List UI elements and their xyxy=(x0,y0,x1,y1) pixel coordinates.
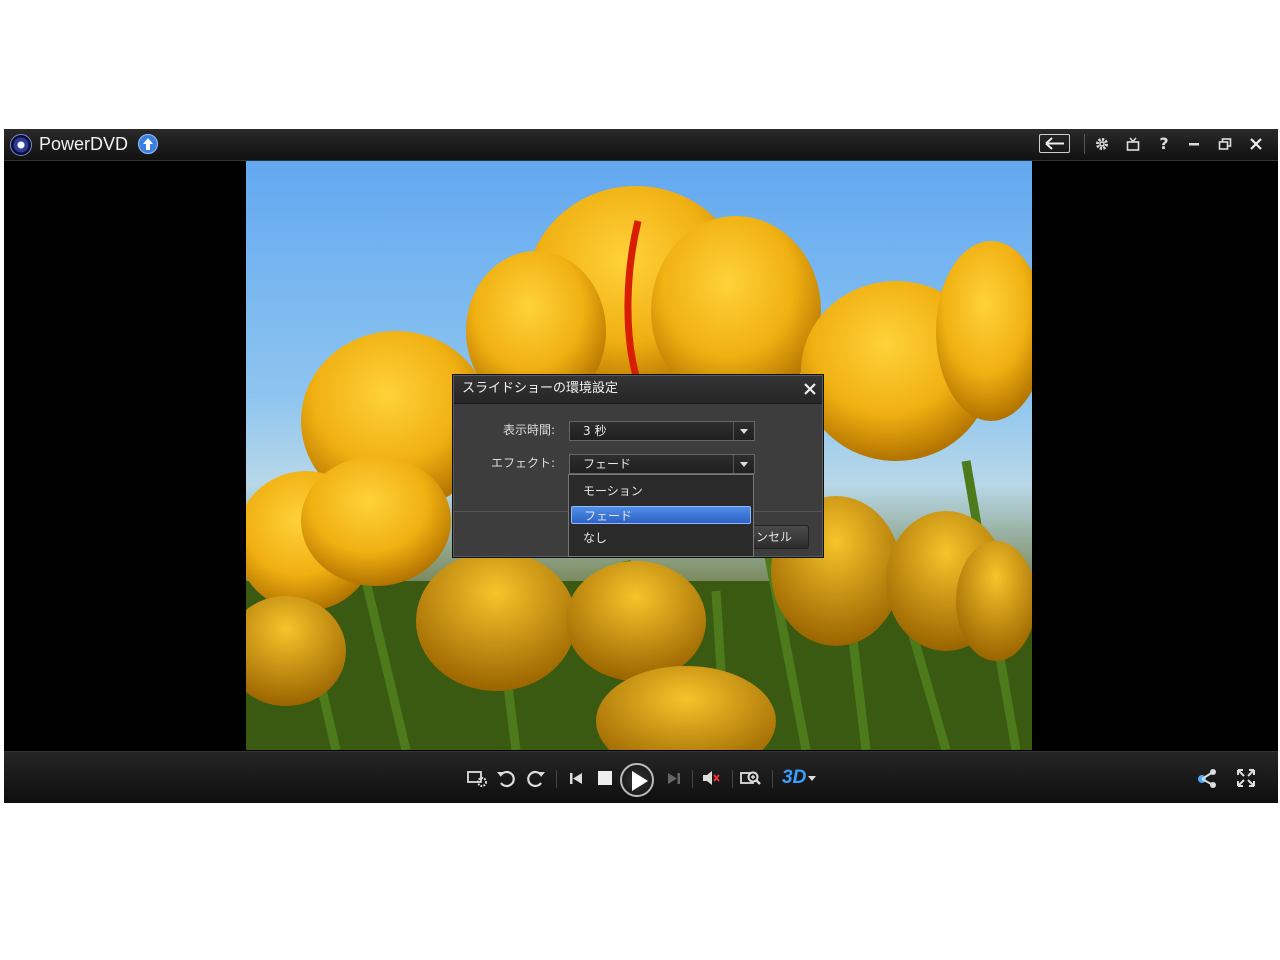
volume-mute-icon xyxy=(703,771,720,785)
app-logo-icon[interactable] xyxy=(10,134,32,156)
effect-select[interactable]: フェード xyxy=(569,454,755,474)
close-icon xyxy=(804,383,816,395)
stop-icon xyxy=(598,771,612,785)
app-title: PowerDVD xyxy=(39,134,129,154)
close-icon xyxy=(1250,138,1262,150)
rotate-left-button[interactable] xyxy=(494,766,518,790)
previous-icon xyxy=(570,773,582,784)
zoom-button[interactable] xyxy=(739,766,763,790)
controls-divider xyxy=(772,770,773,788)
controls-divider xyxy=(556,770,557,788)
effect-label: エフェクト: xyxy=(490,456,555,470)
restore-icon xyxy=(1218,138,1232,150)
rotate-left-icon xyxy=(497,770,515,788)
update-icon[interactable] xyxy=(138,134,158,154)
effect-option-none[interactable]: なし xyxy=(571,529,751,547)
titlebar-divider xyxy=(1084,134,1085,154)
rotate-right-button[interactable] xyxy=(524,766,548,790)
minimize-button[interactable] xyxy=(1182,133,1206,155)
next-icon xyxy=(668,773,680,784)
chevron-down-icon xyxy=(733,422,754,440)
effect-value: フェード xyxy=(583,457,632,471)
stop-button[interactable] xyxy=(593,766,617,790)
share-icon xyxy=(1198,769,1216,788)
display-time-select[interactable]: 3 秒 xyxy=(569,421,755,441)
slideshow-settings-button[interactable] xyxy=(466,766,490,790)
help-icon[interactable]: ? xyxy=(1152,133,1176,155)
slideshow-settings-icon xyxy=(467,771,487,787)
dialog-close-button[interactable] xyxy=(802,381,818,397)
display-time-value: 3 秒 xyxy=(583,424,607,438)
back-arrow-icon xyxy=(1045,137,1064,150)
share-button[interactable] xyxy=(1196,766,1220,790)
close-button[interactable] xyxy=(1244,133,1268,155)
3d-icon[interactable]: 3D xyxy=(782,767,806,789)
back-button[interactable] xyxy=(1039,134,1070,153)
rotate-right-icon xyxy=(527,770,545,788)
effect-dropdown-list: モーション フェード なし xyxy=(568,474,754,557)
effect-option-fade[interactable]: フェード xyxy=(571,506,751,524)
fullscreen-icon xyxy=(1237,769,1255,787)
zoom-icon xyxy=(740,771,761,785)
playback-controls-bar: 3D xyxy=(4,751,1278,803)
volume-button[interactable] xyxy=(700,766,724,790)
effect-option-motion[interactable]: モーション xyxy=(571,482,751,500)
settings-button[interactable] xyxy=(1090,133,1114,155)
previous-button[interactable] xyxy=(564,766,588,790)
play-button[interactable] xyxy=(620,763,654,797)
minimize-icon xyxy=(1189,143,1199,146)
fullscreen-button[interactable] xyxy=(1234,766,1258,790)
chevron-down-icon xyxy=(733,455,754,473)
3d-dropdown-caret[interactable] xyxy=(808,776,816,781)
tv-mode-button[interactable] xyxy=(1121,133,1145,155)
dialog-header: スライドショーの環境設定 xyxy=(454,376,822,404)
restore-button[interactable] xyxy=(1213,133,1237,155)
next-button[interactable] xyxy=(662,766,686,790)
tv-mode-icon xyxy=(1126,137,1140,151)
play-icon xyxy=(632,771,648,791)
controls-divider xyxy=(692,770,693,788)
dialog-title: スライドショーの環境設定 xyxy=(462,381,619,396)
display-time-label: 表示時間: xyxy=(502,423,555,437)
settings-gear-icon xyxy=(1096,138,1108,150)
title-bar: PowerDVD ? xyxy=(4,129,1278,161)
controls-divider xyxy=(732,770,733,788)
